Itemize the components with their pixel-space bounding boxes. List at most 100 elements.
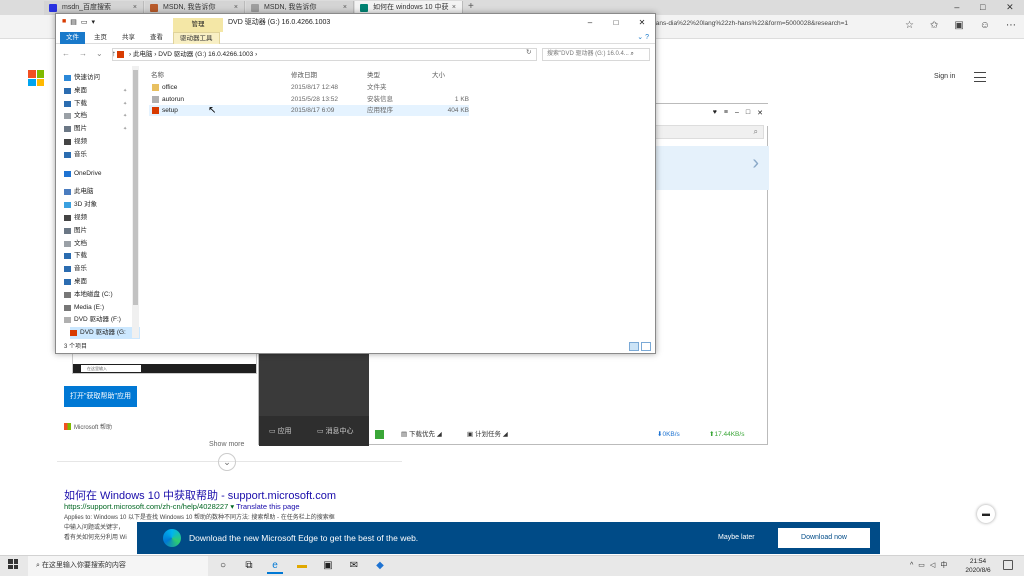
url-text[interactable]: -hans-dia%22%20lang%22zh-hans%22&form=50…	[650, 20, 848, 27]
maximize-icon[interactable]: □	[980, 0, 985, 15]
signin-link[interactable]: Sign in	[934, 73, 955, 80]
qat-dropdown-icon[interactable]: ▾	[91, 18, 95, 26]
file-row[interactable]: autorun 2015/5/28 13:52 安装信息 1 KB	[149, 94, 469, 105]
explorer-search-input[interactable]: 搜索"DVD 驱动器 (G:) 16.0.4... ⌕	[542, 48, 650, 61]
profile-icon[interactable]: ☺	[980, 20, 990, 31]
more-icon[interactable]: ⋯	[1006, 20, 1016, 31]
nav-item[interactable]: 此电脑	[64, 186, 94, 198]
nav-item-icon	[70, 330, 77, 337]
recent-dropdown-icon[interactable]: ⌄	[96, 49, 103, 58]
nav-item[interactable]: 音乐	[64, 149, 87, 161]
nav-item[interactable]: DVD 驱动器 (F:)	[64, 314, 121, 326]
ime-icon[interactable]: 中	[940, 556, 947, 576]
mail-icon[interactable]: ✉	[346, 558, 362, 574]
download-priority-button[interactable]: ▤ 下载优先 ◢	[401, 426, 442, 444]
cortana-icon[interactable]: ○	[215, 558, 231, 574]
chevron-down-icon[interactable]: ⌄	[218, 453, 236, 471]
column-type[interactable]: 类型	[367, 69, 380, 79]
nav-item[interactable]: 文档	[64, 238, 87, 250]
collections-icon[interactable]: ▣	[954, 20, 963, 31]
taskbar-clock[interactable]: 21:54 2020/8/6	[958, 556, 998, 575]
nav-item[interactable]: 音乐	[64, 263, 87, 275]
column-date[interactable]: 修改日期	[291, 69, 317, 79]
maximize-icon[interactable]: □	[746, 109, 750, 117]
start-windows-icon[interactable]	[8, 559, 18, 569]
column-size[interactable]: 大小	[432, 69, 445, 79]
nav-item[interactable]: 下载 ✦	[64, 98, 127, 110]
nav-item[interactable]: 视频	[64, 212, 87, 224]
nav-item[interactable]: 快速访问	[64, 72, 100, 84]
breadcrumb-dvd-drive[interactable]: DVD 驱动器 (G:) 16.0.4266.1003	[158, 51, 253, 58]
show-more-link[interactable]: Show more	[209, 441, 244, 448]
maybe-later-button[interactable]: Maybe later	[718, 522, 755, 554]
network-icon[interactable]: ▭	[918, 556, 925, 576]
search-result-title[interactable]: 如何在 Windows 10 中获取帮助 - support.microsoft…	[64, 487, 336, 503]
new-tab-icon[interactable]: +	[468, 1, 474, 12]
close-icon[interactable]: ✕	[1006, 0, 1014, 15]
action-center-icon[interactable]	[1003, 560, 1013, 570]
nav-item[interactable]: DVD 驱动器 (G:	[70, 327, 140, 340]
translate-link[interactable]: Translate this page	[236, 502, 300, 511]
minimize-icon[interactable]: –	[735, 109, 739, 117]
help-icon[interactable]: ⌄ ?	[637, 33, 649, 41]
nav-item[interactable]: 图片	[64, 225, 87, 237]
drive-icon	[117, 51, 124, 58]
nav-item[interactable]: 文档 ✦	[64, 110, 127, 122]
apps-button[interactable]: ▭ 应用	[269, 426, 292, 436]
tab-home[interactable]: 主页	[88, 32, 113, 44]
menu-icon[interactable]: ≡	[724, 109, 728, 117]
manage-context-tab[interactable]: 管理	[173, 18, 223, 32]
message-center-button[interactable]: ▭ 消息中心	[317, 426, 354, 436]
close-icon[interactable]: ✕	[629, 14, 655, 32]
favorites-icon[interactable]: ✩	[930, 20, 938, 31]
volume-icon[interactable]: ◁	[930, 556, 935, 576]
nav-item[interactable]: OneDrive	[64, 168, 101, 180]
properties-icon[interactable]: ▤	[70, 18, 77, 26]
nav-scrollbar[interactable]	[132, 66, 139, 338]
refresh-icon[interactable]: ↻	[526, 48, 531, 56]
menu-icon[interactable]	[974, 72, 986, 82]
tab-drive-tools[interactable]: 驱动器工具	[173, 32, 220, 44]
file-date: 2015/8/17 6:09	[291, 107, 335, 114]
chevron-right-icon[interactable]: ›	[752, 152, 759, 175]
nav-item[interactable]: Media (E:)	[64, 302, 104, 314]
nav-item[interactable]: 本地磁盘 (C:)	[64, 289, 113, 301]
microsoft-logo[interactable]	[28, 70, 44, 86]
nav-item[interactable]: 视频	[64, 136, 87, 148]
minimize-icon[interactable]: –	[954, 0, 959, 15]
file-row[interactable]: setup 2015/8/17 6:09 应用程序 404 KB	[149, 105, 469, 116]
tray-overflow-icon[interactable]: ^	[910, 556, 913, 576]
close-icon[interactable]: ✕	[757, 109, 763, 117]
edge-taskbar-icon[interactable]: e	[267, 558, 283, 574]
scheduled-task-button[interactable]: ▣ 计划任务 ◢	[467, 426, 508, 444]
skin-icon[interactable]: ♥	[713, 109, 717, 117]
store-icon[interactable]: ▣	[320, 558, 336, 574]
speed-mode-icon[interactable]	[375, 430, 384, 439]
address-path[interactable]: › 此电脑 › DVD 驱动器 (G:) 16.0.4266.1003 ›	[112, 48, 537, 61]
file-row[interactable]: office 2015/8/17 12:48 文件夹	[149, 82, 469, 93]
large-icons-view-icon[interactable]	[641, 342, 651, 351]
file-explorer-taskbar-icon[interactable]: ▬	[294, 558, 310, 574]
download-app-taskbar-icon[interactable]: ◆	[372, 558, 388, 574]
nav-item[interactable]: 3D 对象	[64, 199, 97, 211]
forward-arrow-icon[interactable]: →	[79, 49, 87, 58]
taskbar-search-box[interactable]: ⌕ 在这里输入你要搜索的内容	[28, 556, 208, 576]
favorite-star-icon[interactable]: ☆	[905, 20, 914, 31]
download-now-button[interactable]: Download now	[778, 528, 870, 548]
back-arrow-icon[interactable]: ←	[62, 49, 70, 58]
details-view-icon[interactable]	[629, 342, 639, 351]
tab-file[interactable]: 文件	[60, 32, 85, 44]
nav-item[interactable]: 下载	[64, 250, 87, 262]
nav-item[interactable]: 桌面 ✦	[64, 85, 127, 97]
tab-view[interactable]: 查看	[144, 32, 169, 44]
task-view-icon[interactable]: ⧉	[241, 558, 257, 574]
minimize-icon[interactable]: –	[577, 14, 603, 32]
tab-share[interactable]: 共享	[116, 32, 141, 44]
feedback-chat-icon[interactable]: ▬	[977, 505, 995, 523]
breadcrumb-this-pc[interactable]: 此电脑	[133, 51, 153, 58]
column-name[interactable]: 名称	[151, 69, 164, 79]
new-folder-icon[interactable]: ▭	[81, 18, 88, 26]
nav-item[interactable]: 图片 ✦	[64, 123, 127, 135]
nav-item[interactable]: 桌面	[64, 276, 87, 288]
maximize-icon[interactable]: □	[603, 14, 629, 32]
